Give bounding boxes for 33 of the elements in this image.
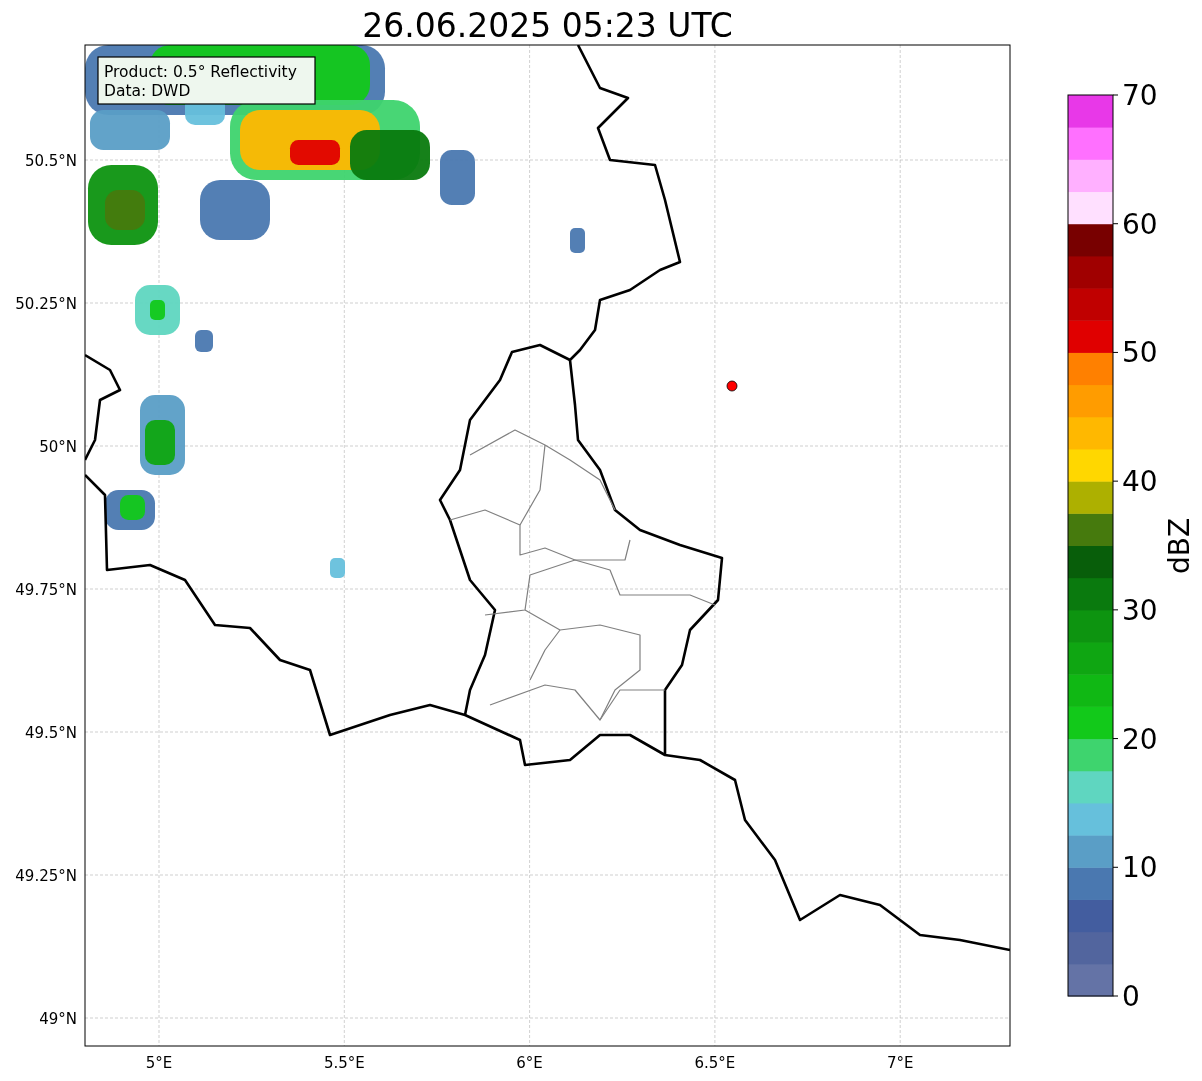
colorbar-tick-label: 0	[1122, 980, 1140, 1013]
colorbar-tick-label: 20	[1122, 722, 1158, 756]
colorbar-tick-label: 70	[1122, 79, 1158, 112]
latitude-label: 50°N	[39, 438, 77, 456]
latitude-label: 49.5°N	[24, 724, 77, 742]
longitude-label: 7°E	[886, 1054, 914, 1072]
longitude-label: 5°E	[145, 1054, 173, 1072]
tick-mark	[1112, 480, 1119, 482]
tick-mark	[1112, 609, 1119, 611]
tick-mark	[1112, 738, 1119, 740]
tick-mark	[1112, 995, 1119, 997]
info-text: Data: DWD	[104, 82, 191, 100]
colorbar-tick-label: 40	[1122, 465, 1158, 499]
tick-mark	[1112, 866, 1119, 868]
latitude-label: 49.25°N	[15, 867, 77, 885]
colorbar-tick-label: 50	[1122, 336, 1158, 370]
latitude-label: 49.75°N	[15, 581, 77, 599]
radar-station-marker	[726, 380, 738, 392]
tick-mark	[1112, 94, 1119, 96]
colorbar-tick-label: 60	[1122, 207, 1158, 241]
longitude-label: 6.5°E	[694, 1054, 736, 1072]
latitude-label: 50.5°N	[24, 152, 77, 170]
tick-mark	[1112, 223, 1119, 225]
longitude-label: 5.5°E	[323, 1054, 365, 1072]
colorbar-tick-label: 10	[1122, 851, 1158, 885]
colorbar-tick-label: 30	[1122, 593, 1158, 627]
chart-title: 26.06.2025 05:23 UTC	[362, 6, 733, 45]
colorbar-label: dBZ	[1163, 517, 1196, 575]
longitude-label: 6°E	[516, 1054, 543, 1072]
latitude-label: 49°N	[39, 1010, 77, 1028]
latitude-label: 50.25°N	[15, 295, 77, 313]
info-text: Product: 0.5° Reflectivity	[104, 63, 297, 81]
tick-mark	[1112, 351, 1119, 353]
